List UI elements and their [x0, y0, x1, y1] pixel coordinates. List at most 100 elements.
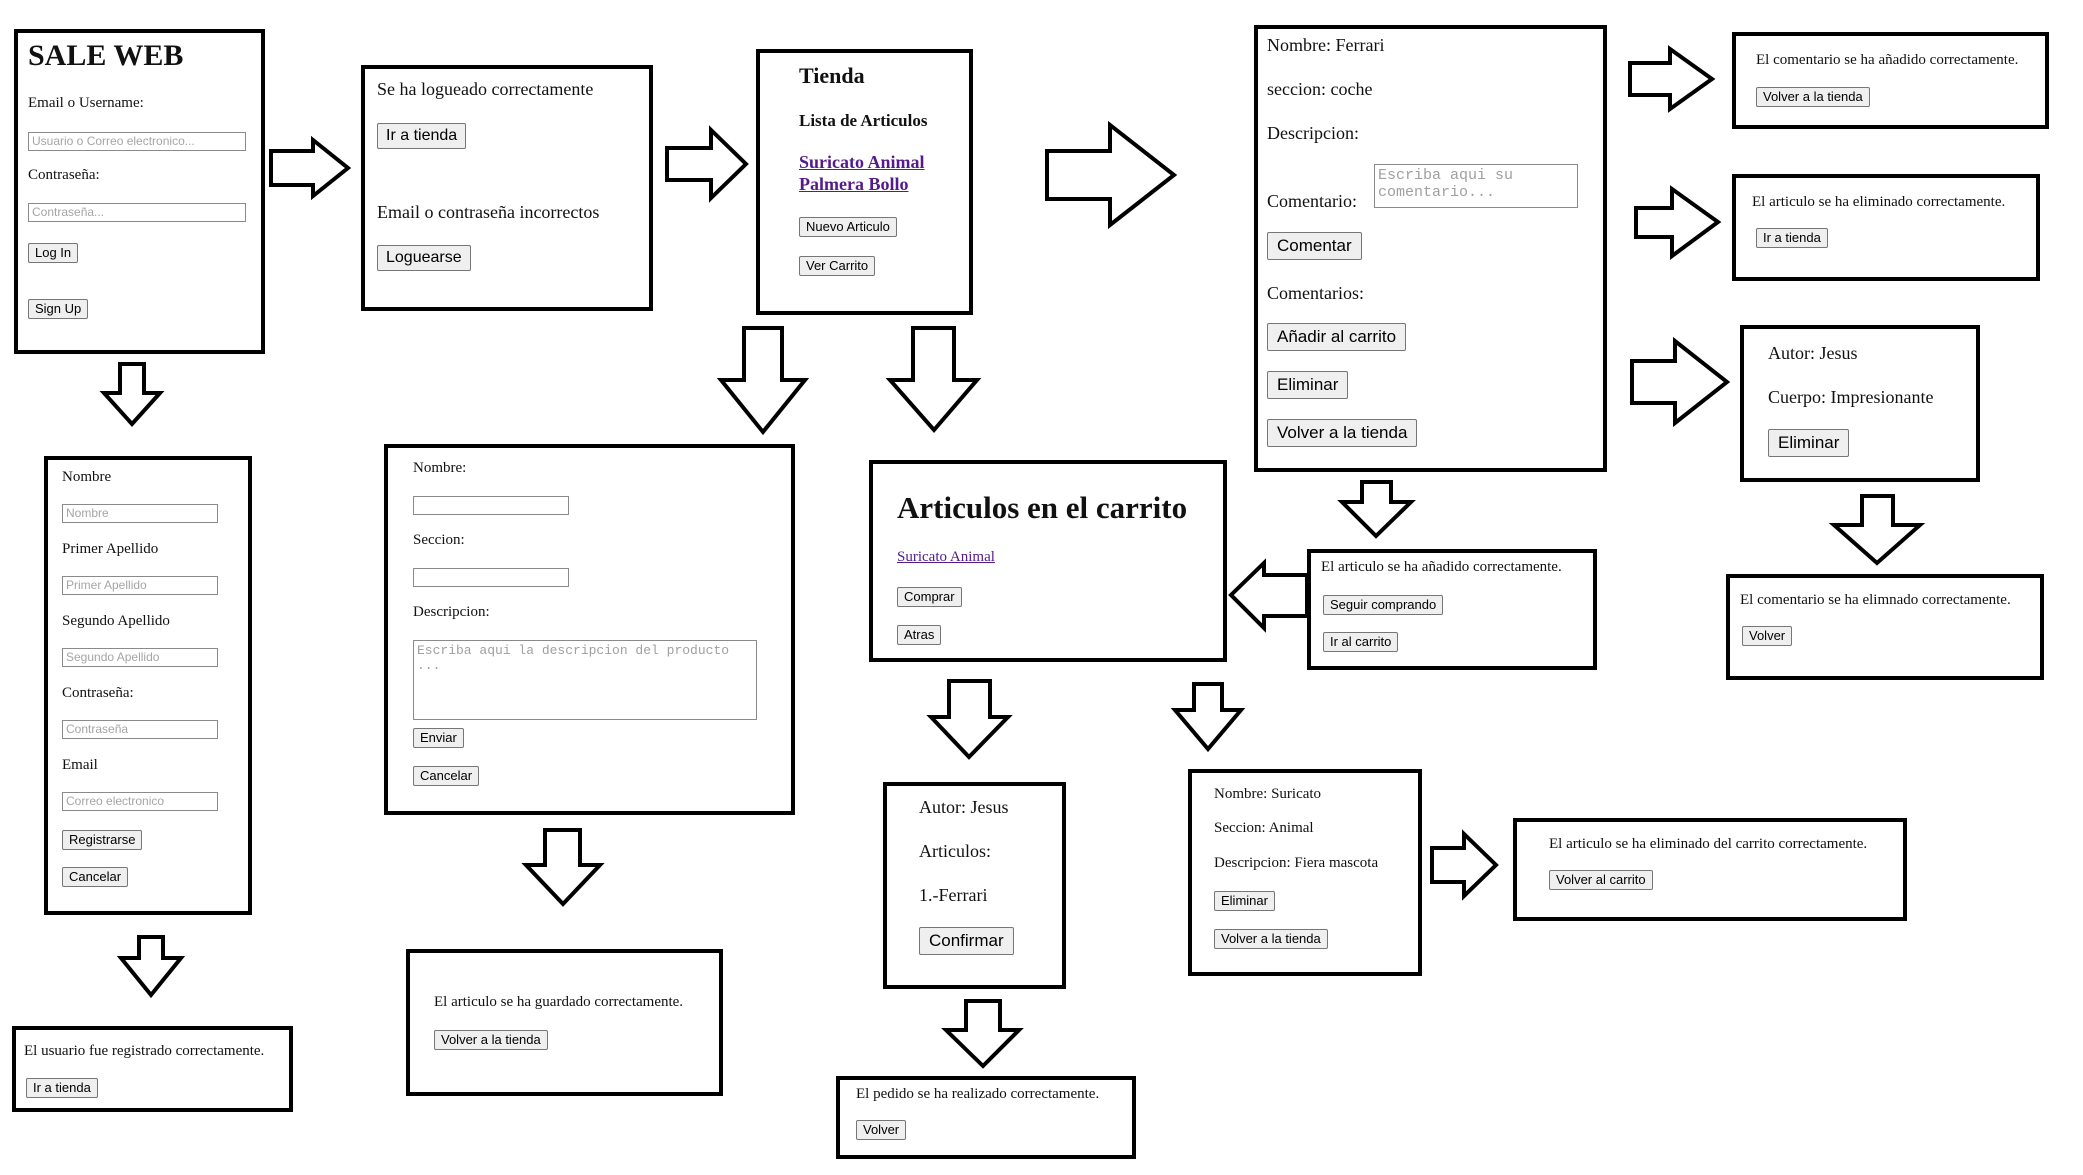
arrow-down-signup-to-registered [116, 935, 186, 999]
comment-deleted-text: El comentario se ha elimnado correctamen… [1740, 592, 2011, 608]
login-success-text: Se ha logueado correctamente [377, 79, 594, 99]
user-registered-text: El usuario fue registrado correctamente. [24, 1043, 265, 1059]
email-input[interactable]: Correo electronico [62, 792, 218, 811]
surname1-label: Primer Apellido [62, 541, 159, 557]
arrow-right-detail-to-comment-view [1630, 336, 1731, 428]
order-done-text: El pedido se ha realizado correctamente. [856, 1086, 1100, 1102]
comment-added-text: El comentario se ha añadido correctament… [1756, 52, 2019, 68]
arrow-down-store-to-new-article [716, 326, 810, 436]
back-to-store-button[interactable]: Volver a la tienda [1214, 929, 1328, 949]
password-input[interactable]: Contraseña [62, 720, 218, 739]
arrow-right-detail-to-article-deleted [1634, 185, 1722, 260]
back-button[interactable]: Volver [1742, 626, 1793, 646]
email-label: Email [62, 757, 98, 773]
comment-button[interactable]: Comentar [1267, 232, 1362, 260]
comment-textarea[interactable]: Escriba aqui su comentario... [1374, 164, 1578, 208]
send-button[interactable]: Enviar [413, 728, 464, 748]
login-screen: SALE WEB Email o Username: Usuario o Cor… [14, 29, 265, 354]
arrow-down-cart-to-order [926, 679, 1013, 760]
order-done-screen: El pedido se ha realizado correctamente.… [836, 1076, 1136, 1159]
cancel-button[interactable]: Cancelar [413, 766, 480, 786]
password-label: Contraseña: [28, 167, 100, 183]
article-description-label: Descripcion: [413, 604, 490, 620]
back-button[interactable]: Volver [856, 1120, 907, 1140]
arrow-down-cart-to-item-detail [1170, 682, 1246, 753]
name-label: Nombre [62, 469, 112, 485]
new-article-button[interactable]: Nuevo Articulo [799, 217, 897, 237]
cart-screen: Articulos en el carrito Suricato Animal … [869, 460, 1227, 662]
go-store-button[interactable]: Ir a tienda [26, 1078, 98, 1098]
user-registered-screen: El usuario fue registrado correctamente.… [12, 1026, 293, 1112]
delete-from-cart-button[interactable]: Eliminar [1214, 891, 1275, 911]
back-to-store-button[interactable]: Volver a la tienda [1267, 419, 1418, 447]
login-button[interactable]: Log In [28, 243, 79, 263]
comment-author: Autor: Jesus [1768, 343, 1858, 363]
article-saved-screen: El articulo se ha guardado correctamente… [406, 949, 723, 1096]
delete-comment-button[interactable]: Eliminar [1768, 429, 1850, 457]
cancel-button[interactable]: Cancelar [62, 867, 129, 887]
login-title: SALE WEB [28, 39, 184, 72]
arrow-left-added-to-cart [1228, 558, 1309, 633]
cart-item-description: Descripcion: Fiera mascota [1214, 855, 1379, 871]
comment-label: Comentario: [1267, 191, 1357, 211]
cart-title: Articulos en el carrito [897, 490, 1188, 525]
view-cart-button[interactable]: Ver Carrito [799, 256, 876, 276]
email-input[interactable]: Usuario o Correo electronico... [28, 132, 246, 151]
cart-item-deleted-text: El articulo se ha eliminado del carrito … [1549, 836, 1868, 852]
password-input[interactable]: Contraseña... [28, 203, 246, 222]
article-link[interactable]: Suricato Animal [799, 152, 925, 173]
cart-item-section: Seccion: Animal [1214, 820, 1314, 836]
comment-added-screen: El comentario se ha añadido correctament… [1732, 32, 2049, 129]
go-to-cart-button[interactable]: Ir al carrito [1323, 632, 1399, 652]
arrow-down-store-to-cart [885, 326, 982, 434]
cart-item-name: Nombre: Suricato [1214, 786, 1322, 802]
surname2-label: Segundo Apellido [62, 613, 170, 629]
article-saved-text: El articulo se ha guardado correctamente… [434, 994, 684, 1010]
surname1-input[interactable]: Primer Apellido [62, 576, 218, 595]
store-screen: Tienda Lista de Articulos Suricato Anima… [756, 49, 973, 315]
comments-label: Comentarios: [1267, 283, 1364, 303]
go-store-button[interactable]: Ir a tienda [1756, 228, 1828, 248]
arrow-right-store-to-detail [1045, 120, 1178, 230]
back-button[interactable]: Atras [897, 625, 942, 645]
cart-item-link[interactable]: Suricato Animal [897, 549, 995, 566]
register-button[interactable]: Registrarse [62, 830, 143, 850]
buy-button[interactable]: Comprar [897, 587, 962, 607]
retry-login-button[interactable]: Loguearse [377, 245, 471, 271]
login-error-text: Email o contraseña incorrectos [377, 202, 600, 222]
back-to-store-button[interactable]: Volver a la tienda [1756, 87, 1870, 107]
confirm-button[interactable]: Confirmar [919, 927, 1014, 955]
order-articles-label: Articulos: [919, 841, 991, 861]
article-name-input[interactable] [413, 496, 569, 515]
store-title: Tienda [799, 63, 865, 88]
comment-body: Cuerpo: Impresionante [1768, 387, 1934, 407]
article-section-input[interactable] [413, 568, 569, 587]
back-to-store-button[interactable]: Volver a la tienda [434, 1030, 548, 1050]
added-to-cart-screen: El articulo se ha añadido correctamente.… [1307, 549, 1597, 670]
article-deleted-screen: El articulo se ha eliminado correctament… [1732, 174, 2040, 281]
arrow-right-result-to-store [665, 125, 749, 203]
continue-shopping-button[interactable]: Seguir comprando [1323, 595, 1444, 615]
arrow-down-comment-view-to-deleted [1828, 494, 1926, 566]
order-confirm-screen: Autor: Jesus Articulos: 1.-Ferrari Confi… [883, 782, 1066, 989]
new-article-screen: Nombre: Seccion: Descripcion: Escriba aq… [384, 444, 795, 815]
back-to-cart-button[interactable]: Volver al carrito [1549, 870, 1653, 890]
arrow-down-login-to-signup [99, 362, 165, 427]
order-article-item: 1.-Ferrari [919, 885, 988, 905]
article-description: Descripcion: [1267, 123, 1359, 143]
cart-item-detail-screen: Nombre: Suricato Seccion: Animal Descrip… [1188, 769, 1422, 976]
signup-button[interactable]: Sign Up [28, 299, 89, 319]
go-store-button[interactable]: Ir a tienda [377, 123, 467, 149]
article-section-label: Seccion: [413, 532, 465, 548]
surname2-input[interactable]: Segundo Apellido [62, 648, 218, 667]
added-to-cart-text: El articulo se ha añadido correctamente. [1321, 559, 1562, 575]
delete-article-button[interactable]: Eliminar [1267, 371, 1349, 399]
article-link[interactable]: Palmera Bollo [799, 174, 908, 195]
arrow-right-cart-item-to-deleted [1430, 829, 1499, 901]
add-to-cart-button[interactable]: Añadir al carrito [1267, 323, 1407, 351]
article-detail-screen: Nombre: Ferrari seccion: coche Descripci… [1254, 25, 1607, 472]
name-input[interactable]: Nombre [62, 504, 218, 523]
article-name-label: Nombre: [413, 460, 467, 476]
article-name: Nombre: Ferrari [1267, 35, 1385, 55]
article-description-textarea[interactable]: Escriba aqui la descripcion del producto… [413, 640, 757, 720]
